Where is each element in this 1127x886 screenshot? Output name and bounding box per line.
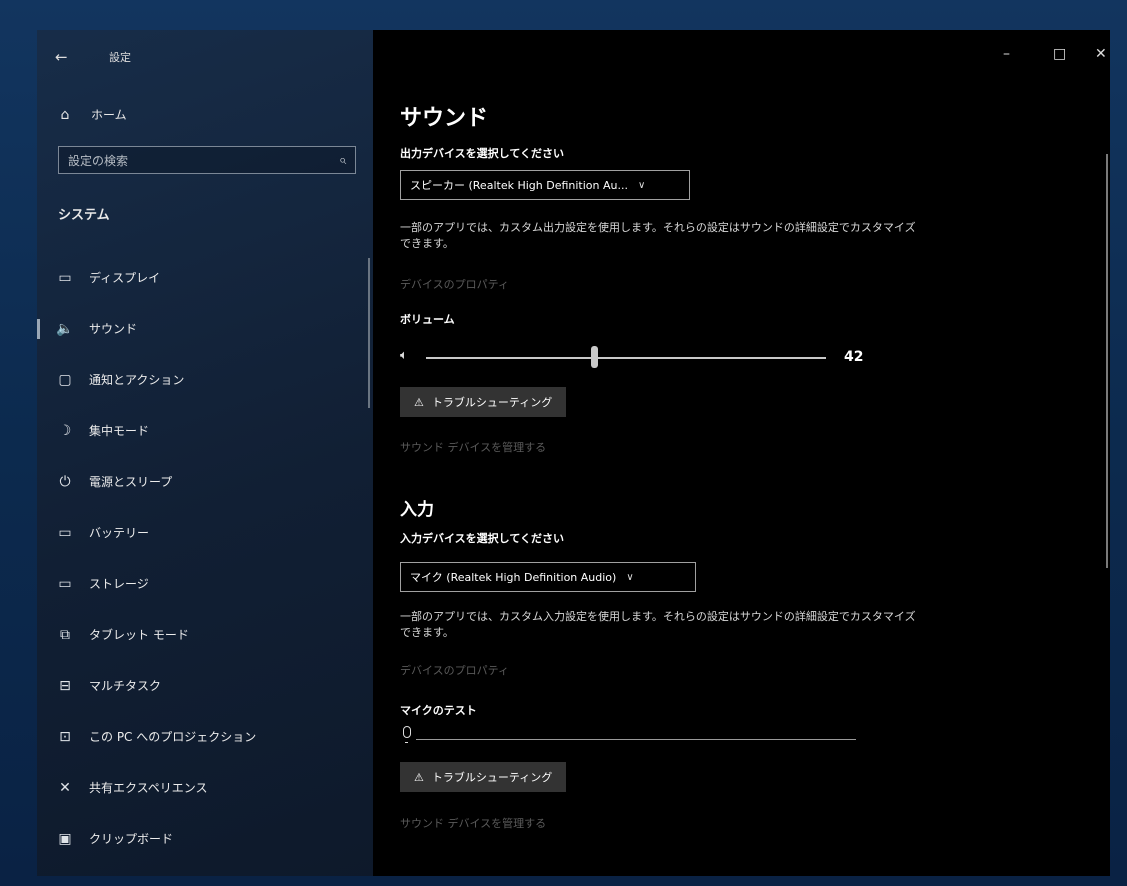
- sidebar-item[interactable]: ✕ 共有エクスペリエンス: [37, 762, 373, 813]
- speaker-icon: 🔈︎: [400, 348, 408, 363]
- sidebar-item-label: ストレージ: [89, 577, 149, 591]
- speaker-icon: 🔈: [56, 320, 74, 337]
- sidebar: ← 設定 ⌂ ホーム 設定の検索 ⌕ システム ▭ ディスプレイ 🔈 サウンド ▢ 通知と…: [37, 30, 373, 876]
- output-device-properties-link[interactable]: デバイスのプロパティ: [400, 276, 509, 292]
- section-title: システム: [58, 208, 110, 223]
- chevron-down-icon: ∨: [637, 179, 646, 191]
- app-title: 設定: [109, 51, 131, 64]
- back-arrow-icon[interactable]: ←: [55, 48, 68, 66]
- sidebar-item[interactable]: ⧉ タブレット モード: [37, 609, 373, 660]
- volume-slider-thumb[interactable]: [591, 346, 598, 368]
- home-link[interactable]: ⌂ ホーム: [57, 106, 127, 123]
- chevron-down-icon: ∨: [626, 571, 634, 583]
- output-troubleshoot-button[interactable]: ⚠ トラブルシューティング: [400, 387, 567, 417]
- search-icon[interactable]: ⌕: [339, 153, 346, 168]
- main-scrollbar[interactable]: [1106, 154, 1108, 568]
- input-device-label: 入力デバイスを選択してください: [400, 532, 565, 545]
- sidebar-item-label: マルチタスク: [89, 679, 162, 693]
- sidebar-item[interactable]: ▣ クリップボード: [37, 813, 373, 864]
- sidebar-item-label: 通知とアクション: [89, 373, 185, 387]
- microphone-icon: [403, 726, 411, 743]
- output-manage-devices-link[interactable]: サウンド デバイスを管理する: [400, 439, 546, 455]
- home-label: ホーム: [91, 108, 127, 122]
- sidebar-item[interactable]: ▭ ストレージ: [37, 558, 373, 609]
- output-device-value: スピーカー (Realtek High Definition Au...: [410, 179, 628, 192]
- warning-icon: ⚠: [414, 770, 424, 784]
- sidebar-item-label: 共有エクスペリエンス: [89, 781, 208, 795]
- display-icon: ▭: [58, 269, 72, 286]
- notification-icon: ▢: [58, 371, 72, 388]
- shared-experiences-icon: ✕: [59, 779, 71, 796]
- sidebar-item[interactable]: 🔈 サウンド: [37, 303, 373, 354]
- focus-moon-icon: ☽: [58, 422, 72, 439]
- home-icon: ⌂: [60, 106, 70, 123]
- sidebar-scrollbar[interactable]: [368, 258, 370, 408]
- projection-icon: ⊡: [59, 728, 71, 745]
- search-placeholder: 設定の検索: [68, 153, 129, 168]
- sidebar-item-label: クリップボード: [89, 832, 174, 846]
- settings-search-input[interactable]: 設定の検索 ⌕: [58, 146, 356, 174]
- tablet-mode-icon: ⧉: [60, 626, 70, 643]
- close-button[interactable]: ✕: [1095, 46, 1107, 62]
- sidebar-item-label: 集中モード: [89, 424, 150, 438]
- mic-test-label: マイクのテスト: [400, 704, 477, 717]
- storage-icon: ▭: [58, 575, 72, 592]
- input-device-dropdown[interactable]: マイク (Realtek High Definition Audio) ∨: [400, 562, 696, 592]
- sidebar-item[interactable]: ▢ 通知とアクション: [37, 354, 373, 405]
- sidebar-item-label: バッテリー: [89, 526, 150, 540]
- volume-value: 42: [844, 349, 864, 365]
- output-device-dropdown[interactable]: スピーカー (Realtek High Definition Au... ∨: [400, 170, 690, 200]
- sidebar-item-label: ディスプレイ: [89, 271, 161, 285]
- input-manage-devices-link[interactable]: サウンド デバイスを管理する: [400, 815, 546, 831]
- clipboard-icon: ▣: [58, 830, 72, 847]
- sidebar-item-label: 電源とスリープ: [89, 475, 173, 489]
- sidebar-item-label: タブレット モード: [89, 628, 189, 642]
- output-description: 一部のアプリでは、カスタム出力設定を使用します。それらの設定はサウンドの詳細設定…: [400, 221, 916, 250]
- sidebar-item-label: サウンド: [89, 322, 138, 336]
- remote-desktop-icon: ✓: [55, 874, 75, 876]
- page-title: サウンド: [400, 106, 489, 131]
- sidebar-item-label: この PC へのプロジェクション: [89, 730, 257, 744]
- warning-icon: ⚠: [414, 395, 424, 409]
- sidebar-item-label: リモート デスクトップ: [89, 874, 213, 876]
- mic-level-meter: [416, 739, 856, 740]
- volume-slider[interactable]: [426, 357, 826, 359]
- input-troubleshoot-label: トラブルシューティング: [431, 771, 553, 784]
- battery-icon: ▭: [58, 524, 72, 541]
- input-description: 一部のアプリでは、カスタム入力設定を使用します。それらの設定はサウンドの詳細設定…: [400, 610, 916, 639]
- multitask-icon: ⊟: [59, 677, 71, 694]
- input-heading: 入力: [400, 500, 434, 520]
- main-panel: – □ ✕ サウンド 出力デバイスを選択してください スピーカー (Realte…: [373, 30, 1110, 876]
- sidebar-item[interactable]: ▭ ディスプレイ: [37, 252, 373, 303]
- sidebar-nav: ▭ ディスプレイ 🔈 サウンド ▢ 通知とアクション ☽ 集中モード ⏻ 電源とスリープ ▭ バッテリ…: [37, 252, 373, 876]
- minimize-button[interactable]: –: [1003, 46, 1010, 62]
- sidebar-item[interactable]: ⊡ この PC へのプロジェクション: [37, 711, 373, 762]
- sidebar-item[interactable]: ☽ 集中モード: [37, 405, 373, 456]
- settings-window: ← 設定 ⌂ ホーム 設定の検索 ⌕ システム ▭ ディスプレイ 🔈 サウンド ▢ 通知と…: [37, 30, 1110, 876]
- sidebar-item[interactable]: ⏻ 電源とスリープ: [37, 456, 373, 507]
- sidebar-item[interactable]: ✓ リモート デスクトップ: [37, 864, 373, 876]
- input-troubleshoot-button[interactable]: ⚠ トラブルシューティング: [400, 762, 567, 792]
- input-device-value: マイク (Realtek High Definition Audio): [410, 571, 617, 584]
- input-device-properties-link[interactable]: デバイスのプロパティ: [400, 662, 509, 678]
- maximize-button[interactable]: □: [1053, 46, 1066, 62]
- sidebar-item[interactable]: ⊟ マルチタスク: [37, 660, 373, 711]
- sidebar-item[interactable]: ▭ バッテリー: [37, 507, 373, 558]
- output-device-label: 出力デバイスを選択してください: [400, 147, 565, 160]
- volume-label: ボリューム: [400, 313, 455, 326]
- power-icon: ⏻: [59, 473, 71, 490]
- output-troubleshoot-label: トラブルシューティング: [431, 396, 553, 409]
